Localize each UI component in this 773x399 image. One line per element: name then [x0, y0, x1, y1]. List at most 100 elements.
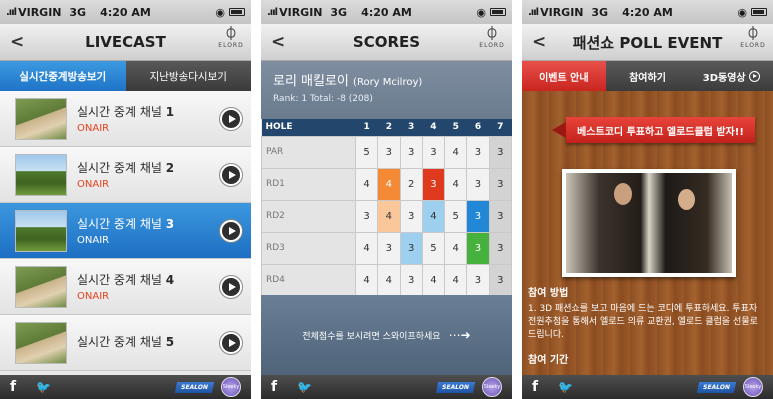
player-rank-total: Rank: 1 Total: -8 (208)	[273, 94, 373, 104]
score-cell: 4	[444, 263, 468, 297]
swipe-hint[interactable]: 전체점수를 보시려면 스와이프하세요 ⋯➜	[261, 295, 512, 375]
score-cell: 4	[444, 231, 468, 265]
network-label: 3G	[69, 5, 87, 19]
play-icon[interactable]	[220, 275, 242, 298]
channel-row[interactable]: 실시간 중계 채널 1 ONAIR	[0, 91, 251, 147]
play-icon[interactable]	[220, 331, 242, 354]
hole-number: 4	[422, 119, 445, 136]
tab-live-broadcast[interactable]: 실시간중계방송보기	[0, 61, 126, 91]
play-icon[interactable]	[220, 107, 242, 130]
scorecard-table[interactable]: HOLE 1 2 3 4 5 6 7 PAR 5 3 3 3 4 3 3 RD1…	[261, 119, 512, 297]
row-label: RD4	[261, 263, 356, 297]
battery-icon	[229, 8, 245, 16]
score-cell: 4	[421, 199, 446, 233]
sealon-logo: SEALON	[436, 381, 476, 393]
onair-label: ONAIR	[77, 123, 110, 134]
nav-header: < SCORES ⏀ ELORD	[261, 24, 512, 61]
score-cell: 5	[444, 199, 468, 233]
hole-number: 3	[400, 119, 423, 136]
row-label: RD3	[261, 231, 356, 265]
wood-background: 베스트코디 투표하고 엘로드클럽 받자!! 참여 방법 1. 3D 패션쇼를 보…	[522, 91, 773, 375]
play-icon[interactable]	[220, 219, 242, 242]
channel-name: 실시간 중계 채널 3	[77, 217, 175, 231]
livecast-tabs: 실시간중계방송보기 지난방송다시보기	[0, 61, 251, 91]
event-ribbon-banner: 베스트코디 투표하고 엘로드클럽 받자!!	[552, 117, 755, 143]
channel-thumbnail	[15, 321, 67, 364]
tab-3d-video[interactable]: 3D동영상	[689, 61, 773, 91]
score-cell: 3	[488, 263, 512, 297]
channel-row[interactable]: 실시간 중계 채널 5	[0, 315, 251, 371]
fashion-photo[interactable]	[562, 169, 736, 277]
row-label: RD2	[261, 199, 356, 233]
elord-logo[interactable]: ⏀ ELORD	[478, 28, 506, 50]
back-chevron-icon[interactable]: <	[10, 32, 24, 52]
score-row-rd1: RD1 4 4 2 3 4 3 3	[261, 167, 512, 201]
score-cell: 3	[488, 231, 512, 265]
score-row-rd2: RD2 3 4 3 4 5 3 3	[261, 199, 512, 233]
tab-past-broadcast[interactable]: 지난방송다시보기	[125, 61, 251, 91]
score-cell: 3	[399, 199, 423, 233]
battery-icon	[751, 8, 767, 16]
score-cell: 3	[466, 231, 490, 265]
score-cell: 3	[421, 167, 446, 201]
score-cell: 3	[421, 135, 446, 169]
elord-logo[interactable]: ⏀ ELORD	[739, 28, 767, 50]
play-circle-icon	[748, 70, 760, 82]
footer-bar: f 🐦 SEALON Sleeky	[522, 375, 773, 399]
hole-number: 5	[444, 119, 467, 136]
channel-name: 실시간 중계 채널 5	[77, 334, 175, 349]
score-cell: 3	[466, 167, 490, 201]
twitter-icon[interactable]: 🐦	[558, 380, 573, 394]
battery-icon	[490, 8, 506, 16]
score-cell: 3	[354, 199, 379, 233]
status-bar: .ııl VIRGIN 3G 4:20 AM ◉	[0, 0, 251, 24]
score-cell: 3	[466, 263, 490, 297]
back-chevron-icon[interactable]: <	[532, 32, 546, 52]
elord-logo[interactable]: ⏀ ELORD	[217, 28, 245, 50]
facebook-icon[interactable]: f	[10, 379, 26, 395]
row-label: RD1	[261, 167, 356, 201]
tab-participate[interactable]: 참여하기	[605, 61, 690, 91]
page-title: SCORES	[352, 33, 421, 51]
footer-bar: f 🐦 SEALON Sleeky	[0, 375, 251, 399]
channel-row-selected[interactable]: 실시간 중계 채널 3 ONAIR	[0, 203, 251, 259]
alarm-icon: ◉	[737, 5, 747, 19]
facebook-icon[interactable]: f	[532, 379, 548, 395]
twitter-icon[interactable]: 🐦	[36, 380, 51, 394]
how-text: 1. 3D 패션쇼를 보고 마음에 드는 코디에 투표하세요. 투표자 전원추첨…	[528, 304, 758, 340]
score-cell: 4	[377, 199, 401, 233]
swipe-text: 전체점수를 보시려면 스와이프하세요	[302, 331, 441, 342]
alarm-icon: ◉	[476, 5, 486, 19]
signal-icon: .ııl	[6, 6, 17, 18]
score-cell: 4	[377, 263, 401, 297]
twitter-icon[interactable]: 🐦	[297, 380, 312, 394]
score-cell: 4	[354, 231, 379, 265]
score-cell: 3	[399, 231, 423, 265]
sealon-logo: SEALON	[697, 381, 737, 393]
hole-number: 2	[377, 119, 400, 136]
score-cell: 3	[399, 263, 423, 297]
sleeky-badge[interactable]: Sleeky	[482, 377, 502, 397]
poll-tabs: 이벤트 안내 참여하기 3D동영상	[522, 61, 773, 91]
channel-row[interactable]: 실시간 중계 채널 4 ONAIR	[0, 259, 251, 315]
tab-event-info[interactable]: 이벤트 안내	[522, 61, 606, 91]
sleeky-badge[interactable]: Sleeky	[221, 377, 241, 397]
sleeky-badge[interactable]: Sleeky	[743, 377, 763, 397]
channel-thumbnail	[15, 265, 67, 308]
score-cell: 2	[399, 167, 423, 201]
facebook-icon[interactable]: f	[271, 379, 287, 395]
nav-header: < LIVECAST ⏀ ELORD	[0, 24, 251, 61]
player-name-en: (Rory Mcilroy)	[353, 77, 423, 88]
score-cell: 4	[444, 167, 468, 201]
back-chevron-icon[interactable]: <	[271, 32, 285, 52]
sealon-logo: SEALON	[175, 381, 215, 393]
play-icon[interactable]	[220, 163, 242, 186]
hole-number: 6	[466, 119, 490, 136]
onair-label: ONAIR	[77, 179, 110, 190]
period-title: 참여 기간	[528, 355, 569, 366]
channel-thumbnail	[15, 153, 67, 196]
channel-row[interactable]: 실시간 중계 채널 2 ONAIR	[0, 147, 251, 203]
network-label: 3G	[330, 5, 348, 19]
status-bar: .ııl VIRGIN 3G 4:20 AM ◉	[522, 0, 773, 24]
nav-header: < 패션쇼 POLL EVENT ⏀ ELORD	[522, 24, 773, 61]
